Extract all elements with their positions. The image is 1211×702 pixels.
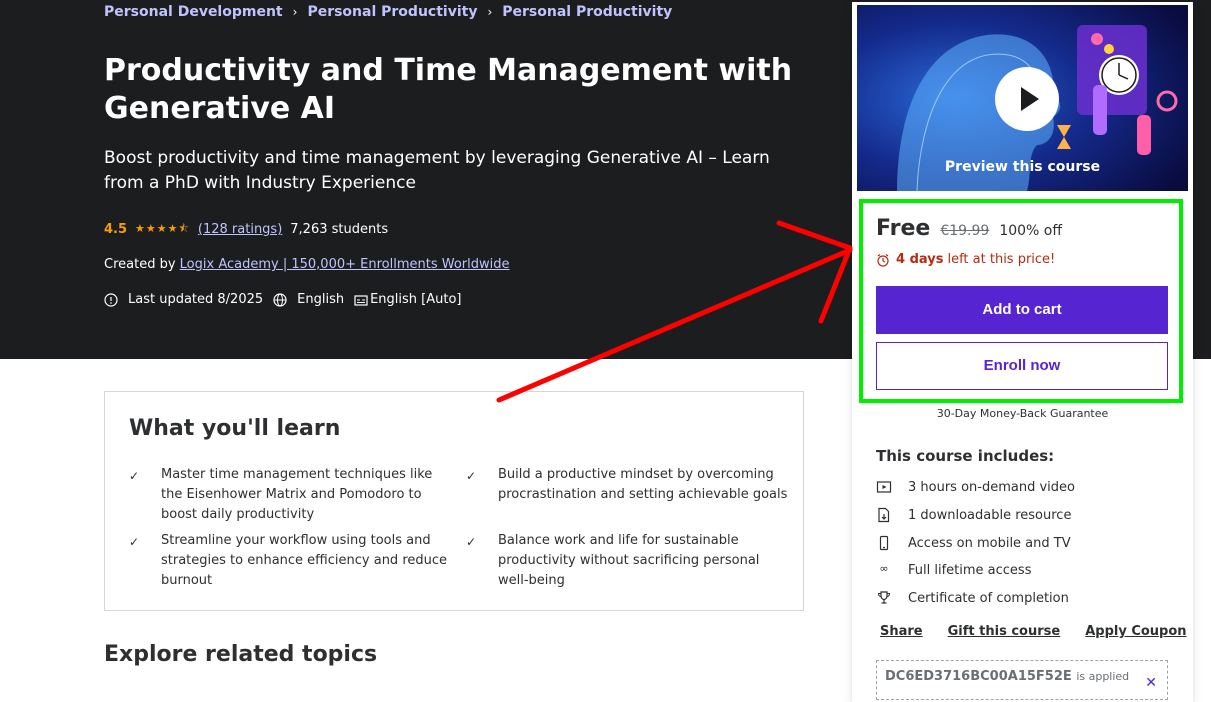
discount-percentage: 100% off xyxy=(999,223,1062,239)
what-youll-learn-title: What you'll learn xyxy=(129,416,341,441)
coupon-status: is applied xyxy=(1076,670,1130,683)
chevron-right-icon: › xyxy=(487,5,493,19)
sidebar-links: Share Gift this course Apply Coupon xyxy=(880,624,1187,639)
include-item-label: Full lifetime access xyxy=(908,562,1032,578)
course-preview[interactable]: Preview this course xyxy=(857,5,1188,191)
trophy-icon xyxy=(877,591,891,604)
share-link[interactable]: Share xyxy=(880,624,923,639)
add-to-cart-button[interactable]: Add to cart xyxy=(876,286,1168,334)
include-item-label: Access on mobile and TV xyxy=(908,535,1071,551)
money-back-guarantee: 30-Day Money-Back Guarantee xyxy=(936,407,1109,420)
applied-coupon: DC6ED3716BC00A15F52E is applied ✕ xyxy=(876,660,1168,700)
learn-item-text: Master time management techniques like t… xyxy=(161,467,433,522)
ratings-count-link[interactable]: (128 ratings) xyxy=(198,222,282,237)
gift-course-link[interactable]: Gift this course xyxy=(948,624,1061,639)
captions-text: English [Auto] xyxy=(370,292,462,307)
learn-item: ✓ Master time management techniques like… xyxy=(129,465,451,525)
include-item-label: 3 hours on-demand video xyxy=(908,479,1075,495)
breadcrumb-item-personal-productivity-topic[interactable]: Personal Productivity xyxy=(502,4,672,20)
explore-related-topics-title: Explore related topics xyxy=(104,642,378,667)
remove-coupon-icon[interactable]: ✕ xyxy=(1145,675,1157,691)
learn-item: ✓ Balance work and life for sustainable … xyxy=(466,531,788,591)
learn-item: ✓ Streamline your workflow using tools a… xyxy=(129,531,451,591)
discount-timer: 4 days left at this price! xyxy=(876,252,1055,267)
original-price: €19.99 xyxy=(940,223,990,239)
breadcrumb-item-personal-development[interactable]: Personal Development xyxy=(104,4,283,20)
current-price: Free xyxy=(876,216,931,241)
alert-badge-icon xyxy=(104,292,118,307)
check-icon: ✓ xyxy=(129,469,140,483)
check-icon: ✓ xyxy=(466,469,477,483)
course-title: Productivity and Time Management with Ge… xyxy=(104,53,793,126)
created-by: Created by Logix Academy | 150,000+ Enro… xyxy=(104,257,509,272)
coupon-code-value: DC6ED3716BC00A15F52E xyxy=(885,669,1072,684)
include-item-label: Certificate of completion xyxy=(908,590,1069,606)
breadcrumb: Personal Development › Personal Producti… xyxy=(104,4,672,20)
price-row: Free €19.99 100% off xyxy=(876,216,1062,241)
enroll-now-button[interactable]: Enroll now xyxy=(876,342,1168,390)
include-item-label: 1 downloadable resource xyxy=(908,507,1072,523)
language-text: English xyxy=(297,292,345,307)
captions: English [Auto] xyxy=(354,292,462,307)
what-youll-learn: What you'll learn ✓ Master time manageme… xyxy=(104,391,804,611)
timer-days: 4 days xyxy=(896,252,944,267)
course-includes-title: This course includes: xyxy=(876,447,1055,465)
learn-item-text: Build a productive mindset by overcoming… xyxy=(498,467,788,502)
language: English xyxy=(273,292,344,307)
closed-captions-icon xyxy=(354,294,368,306)
instructor-link[interactable]: Logix Academy | 150,000+ Enrollments Wor… xyxy=(180,257,510,272)
students-count: 7,263 students xyxy=(290,222,389,237)
learn-item-text: Balance work and life for sustainable pr… xyxy=(498,533,760,588)
include-item-video: 3 hours on-demand video xyxy=(876,479,1075,495)
chevron-right-icon: › xyxy=(292,5,298,19)
course-subtitle: Boost productivity and time management b… xyxy=(104,148,770,193)
preview-label: Preview this course xyxy=(944,159,1101,175)
coupon-code: DC6ED3716BC00A15F52E is applied xyxy=(885,669,1129,684)
include-item-lifetime: ∞ Full lifetime access xyxy=(876,562,1031,578)
play-icon[interactable] xyxy=(995,67,1059,131)
last-updated: Last updated 8/2025 xyxy=(104,292,263,307)
apply-coupon-link[interactable]: Apply Coupon xyxy=(1085,624,1186,639)
timer-text: left at this price! xyxy=(947,252,1056,267)
check-icon: ✓ xyxy=(129,535,140,549)
learn-item-text: Streamline your workflow using tools and… xyxy=(161,533,448,588)
mobile-icon xyxy=(879,535,889,551)
alarm-clock-icon xyxy=(877,253,889,267)
last-updated-text: Last updated 8/2025 xyxy=(128,292,264,307)
video-icon xyxy=(876,481,892,493)
include-item-certificate: Certificate of completion xyxy=(876,590,1069,606)
file-download-icon xyxy=(878,507,890,523)
breadcrumb-item-personal-productivity[interactable]: Personal Productivity xyxy=(307,4,477,20)
created-by-label: Created by xyxy=(104,257,176,272)
infinity-icon: ∞ xyxy=(879,562,889,575)
rating-value: 4.5 xyxy=(104,222,128,237)
check-icon: ✓ xyxy=(466,535,477,549)
star-rating-icon: ★★★★⯪ xyxy=(135,222,190,235)
rating-row: 4.5 ★★★★⯪ (128 ratings) 7,263 students xyxy=(104,220,388,239)
include-item-resource: 1 downloadable resource xyxy=(876,507,1071,523)
include-item-mobile: Access on mobile and TV xyxy=(876,535,1071,551)
learn-item: ✓ Build a productive mindset by overcomi… xyxy=(466,465,788,505)
course-meta: Last updated 8/2025 English English [Aut… xyxy=(104,292,472,307)
globe-icon xyxy=(273,292,287,307)
